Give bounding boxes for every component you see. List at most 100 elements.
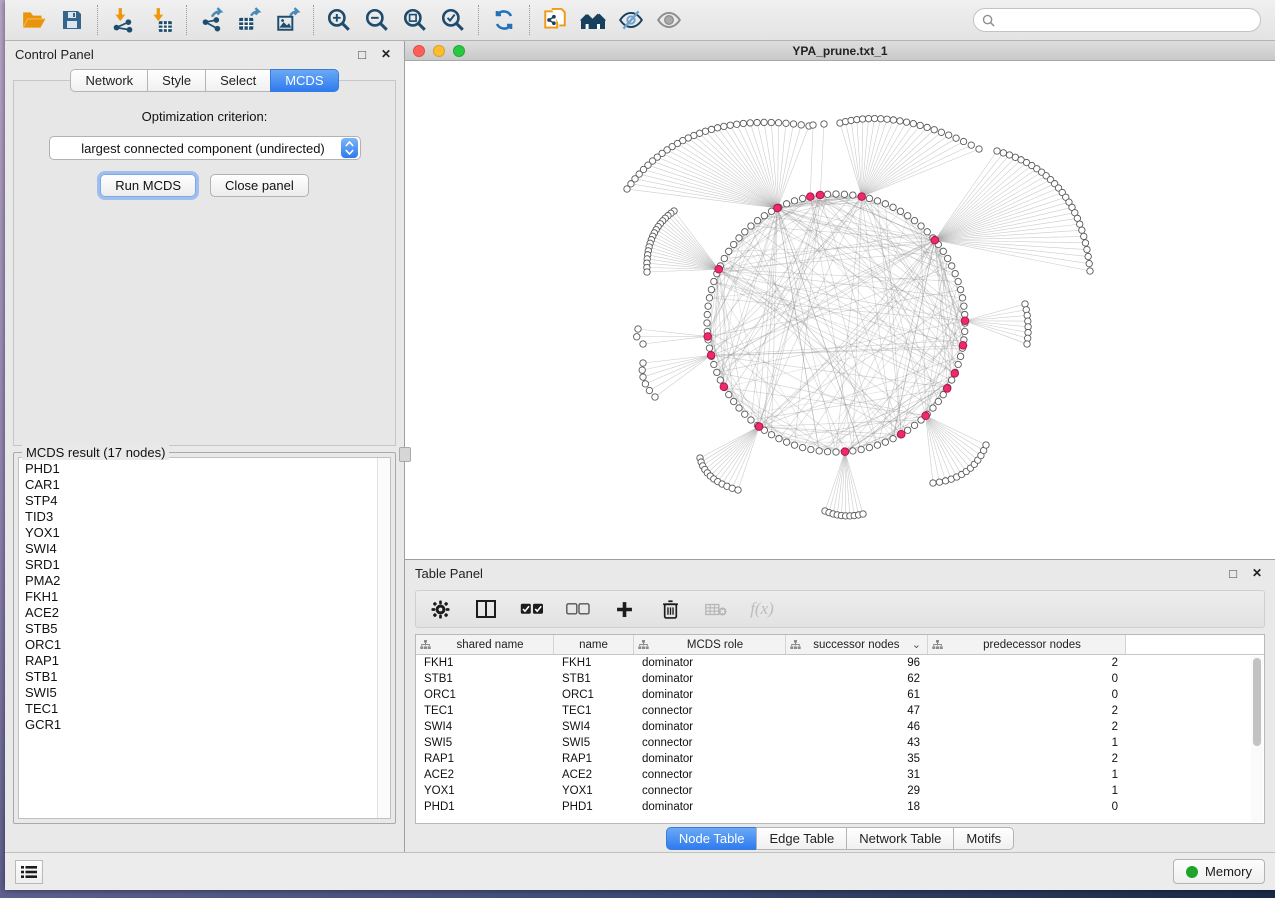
function-builder-button[interactable]: f(x) — [750, 597, 774, 621]
delete-column-button[interactable] — [658, 597, 682, 621]
optimization-criterion-select[interactable]: largest connected component (undirected) — [49, 136, 361, 160]
graph-node[interactable] — [644, 269, 650, 275]
graph-node[interactable] — [714, 369, 720, 375]
tab-edge-table[interactable]: Edge Table — [756, 827, 846, 850]
graph-node[interactable] — [727, 122, 733, 128]
table-row[interactable]: SWI4SWI4dominator462 — [416, 719, 1264, 735]
graph-node[interactable] — [711, 278, 717, 284]
zoom-out-button[interactable] — [358, 3, 396, 37]
graph-node[interactable] — [761, 119, 767, 125]
graph-node[interactable] — [955, 361, 961, 367]
graph-mcds-node[interactable] — [774, 204, 782, 212]
graph-node[interactable] — [940, 391, 946, 397]
graph-node[interactable] — [962, 328, 968, 334]
table-row[interactable]: RAP1RAP1dominator352 — [416, 751, 1264, 767]
graph-node[interactable] — [957, 353, 963, 359]
graph-node[interactable] — [866, 195, 872, 201]
graph-node[interactable] — [736, 235, 742, 241]
network-window-titlebar[interactable]: YPA_prune.txt_1 — [405, 41, 1275, 61]
graph-node[interactable] — [858, 446, 864, 452]
graph-node[interactable] — [730, 241, 736, 247]
graph-node[interactable] — [783, 120, 789, 126]
graph-mcds-node[interactable] — [897, 430, 905, 438]
graph-node[interactable] — [953, 135, 959, 141]
graph-node[interactable] — [704, 320, 710, 326]
export-image-button[interactable] — [269, 3, 307, 37]
graph-node[interactable] — [791, 442, 797, 448]
table-row[interactable]: YOX1YOX1connector291 — [416, 783, 1264, 799]
memory-button[interactable]: Memory — [1173, 859, 1265, 884]
export-network-button[interactable] — [193, 3, 231, 37]
mcds-result-item[interactable]: TID3 — [25, 509, 377, 525]
tab-node-table[interactable]: Node Table — [666, 827, 757, 850]
table-settings-button[interactable] — [428, 597, 452, 621]
graph-node[interactable] — [917, 122, 923, 128]
graph-mcds-node[interactable] — [841, 448, 849, 456]
tab-network-table[interactable]: Network Table — [846, 827, 953, 850]
mcds-result-item[interactable]: SWI4 — [25, 541, 377, 557]
tab-style[interactable]: Style — [147, 69, 205, 92]
graph-node[interactable] — [960, 138, 966, 144]
graph-node[interactable] — [714, 125, 720, 131]
graph-node[interactable] — [708, 286, 714, 292]
create-column-button[interactable] — [612, 597, 636, 621]
graph-node[interactable] — [640, 374, 646, 380]
graph-node[interactable] — [646, 387, 652, 393]
unselect-all-columns-button[interactable] — [566, 597, 590, 621]
graph-node[interactable] — [1081, 233, 1087, 239]
open-session-button[interactable] — [15, 3, 53, 37]
graph-node[interactable] — [865, 115, 871, 121]
graph-node[interactable] — [799, 195, 805, 201]
graph-node[interactable] — [634, 334, 640, 340]
graph-node[interactable] — [968, 142, 974, 148]
graph-node[interactable] — [821, 121, 827, 127]
graph-node[interactable] — [910, 120, 916, 126]
graph-mcds-node[interactable] — [951, 370, 959, 378]
import-table-button[interactable] — [142, 3, 180, 37]
run-mcds-button[interactable]: Run MCDS — [100, 174, 196, 197]
hide-selected-button[interactable] — [612, 3, 650, 37]
mcds-result-item[interactable]: CAR1 — [25, 477, 377, 493]
graph-node[interactable] — [1024, 341, 1030, 347]
graph-node[interactable] — [890, 117, 896, 123]
graph-node[interactable] — [904, 213, 910, 219]
table-row[interactable]: PHD1PHD1dominator180 — [416, 799, 1264, 815]
graph-node[interactable] — [945, 255, 951, 261]
mcds-result-list[interactable]: PHD1CAR1STP4TID3YOX1SWI4SRD1PMA2FKH1ACE2… — [18, 457, 391, 819]
mcds-result-item[interactable]: FKH1 — [25, 589, 377, 605]
graph-node[interactable] — [783, 439, 789, 445]
mcds-result-item[interactable]: GCR1 — [25, 717, 377, 733]
graph-node[interactable] — [955, 278, 961, 284]
zoom-in-button[interactable] — [320, 3, 358, 37]
graph-node[interactable] — [945, 132, 951, 138]
graph-node[interactable] — [911, 217, 917, 223]
graph-mcds-node[interactable] — [806, 193, 814, 201]
graph-node[interactable] — [1086, 260, 1092, 266]
column-header-predecessor-nodes[interactable]: predecessor nodes — [928, 635, 1126, 654]
close-panel-icon[interactable]: ✕ — [378, 46, 394, 62]
graph-node[interactable] — [850, 192, 856, 198]
graph-node[interactable] — [1084, 246, 1090, 252]
graph-node[interactable] — [918, 223, 924, 229]
column-header-MCDS-role[interactable]: MCDS role — [634, 635, 786, 654]
graph-node[interactable] — [708, 126, 714, 132]
graph-node[interactable] — [816, 448, 822, 454]
graph-node[interactable] — [904, 427, 910, 433]
graph-node[interactable] — [833, 191, 839, 197]
mcds-result-item[interactable]: STP4 — [25, 493, 377, 509]
network-view-canvas[interactable] — [405, 61, 1275, 559]
graph-node[interactable] — [775, 120, 781, 126]
graph-node[interactable] — [983, 442, 989, 448]
table-scrollbar-thumb[interactable] — [1253, 658, 1261, 746]
float-panel-icon[interactable]: □ — [354, 46, 370, 62]
graph-node[interactable] — [850, 448, 856, 454]
tab-motifs[interactable]: Motifs — [953, 827, 1014, 850]
graph-node[interactable] — [721, 123, 727, 129]
show-hidden-button[interactable] — [650, 3, 688, 37]
graph-node[interactable] — [776, 435, 782, 441]
table-scrollbar[interactable] — [1251, 656, 1263, 822]
graph-node[interactable] — [639, 367, 645, 373]
mcds-result-item[interactable]: RAP1 — [25, 653, 377, 669]
graph-mcds-node[interactable] — [715, 265, 723, 273]
graph-mcds-node[interactable] — [943, 385, 951, 393]
